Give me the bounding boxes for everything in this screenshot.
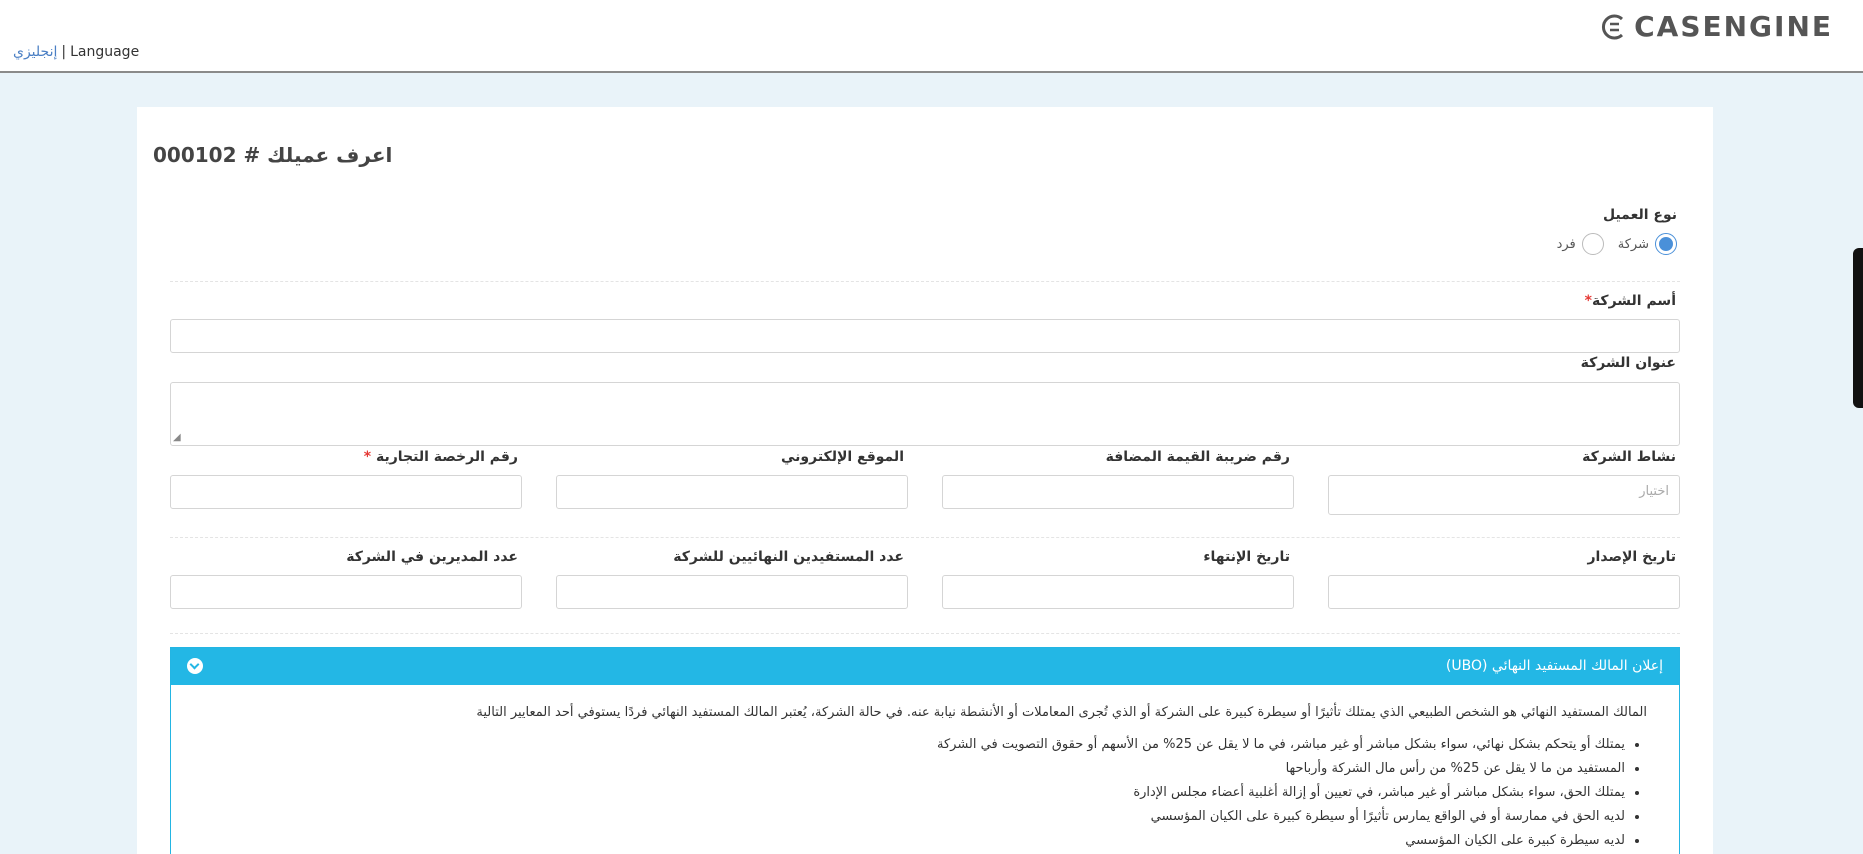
expiry-date-input[interactable] (942, 575, 1294, 609)
list-item: يمتلك أو يتحكم بشكل نهائي، سواء بشكل مبا… (203, 735, 1625, 755)
resize-handle-icon[interactable]: ◢ (173, 432, 181, 443)
ubo-declaration-panel: إعلان المالك المستفيد النهائي (UBO) الما… (170, 647, 1680, 854)
language-option-english[interactable]: إنجليزي (13, 44, 57, 60)
directors-count-input[interactable] (170, 575, 522, 609)
ubo-count-input[interactable] (556, 575, 908, 609)
company-activity-label: نشاط الشركة (1582, 449, 1676, 465)
issue-date-input[interactable] (1328, 575, 1680, 609)
top-bar: إنجليزي | Language CASENGINE (0, 0, 1863, 73)
brand-logo[interactable]: CASENGINE (1600, 10, 1833, 43)
vat-number-label: رقم ضريبة القيمة المضافة (1105, 449, 1290, 465)
language-switcher: إنجليزي | Language (13, 44, 139, 60)
license-number-input[interactable] (170, 475, 522, 509)
brand-name: CASENGINE (1634, 10, 1833, 43)
company-address-textarea[interactable]: ◢ (170, 382, 1680, 446)
issue-date-label: تاريخ الإصدار (1587, 549, 1677, 565)
form-fields: أسم الشركة* عنوان الشركة ◢ نشاط الشركة ر… (170, 107, 1680, 707)
language-label: Language (70, 44, 140, 60)
company-name-input[interactable] (170, 319, 1680, 353)
ubo-count-label: عدد المستفيدين النهائيين للشركة (673, 549, 904, 565)
license-number-label: رقم الرخصة التجارية * (363, 449, 518, 465)
list-item: يمتلك الحق، سواء بشكل مباشر أو غير مباشر… (203, 783, 1625, 803)
divider (170, 281, 1680, 282)
company-activity-select[interactable]: اختيار (1328, 475, 1680, 515)
side-toolbar-tab[interactable] (1853, 248, 1863, 408)
website-label: الموقع الإلكتروني (781, 449, 904, 465)
list-item: لديه الحق في ممارسة أو في الواقع يمارس ت… (203, 807, 1625, 827)
divider (170, 537, 1680, 538)
kyc-form-card: اعرف عميلك # 000102 نوع العميل شركة فرد … (137, 107, 1713, 854)
divider (170, 633, 1680, 634)
language-separator: | (61, 44, 67, 60)
list-item: لديه سيطرة كبيرة على الكيان المؤسسي (203, 831, 1625, 851)
ubo-criteria-list: يمتلك أو يتحكم بشكل نهائي، سواء بشكل مبا… (203, 735, 1647, 851)
website-input[interactable] (556, 475, 908, 509)
directors-count-label: عدد المديرين في الشركة (346, 549, 518, 565)
company-name-label: أسم الشركة* (1584, 293, 1676, 309)
ubo-panel-body: المالك المستفيد النهائي هو الشخص الطبيعي… (171, 685, 1679, 854)
chevron-down-icon[interactable] (187, 658, 203, 674)
ubo-intro: المالك المستفيد النهائي هو الشخص الطبيعي… (476, 705, 1647, 720)
expiry-date-label: تاريخ الإنتهاء (1203, 549, 1290, 565)
casengine-logo-icon (1602, 14, 1624, 39)
vat-number-input[interactable] (942, 475, 1294, 509)
ubo-panel-title: إعلان المالك المستفيد النهائي (UBO) (1445, 658, 1663, 674)
ubo-panel-header[interactable]: إعلان المالك المستفيد النهائي (UBO) (171, 648, 1679, 685)
company-address-label: عنوان الشركة (1580, 355, 1676, 371)
list-item: المستفيد من ما لا يقل عن 25% من رأس مال … (203, 759, 1625, 779)
